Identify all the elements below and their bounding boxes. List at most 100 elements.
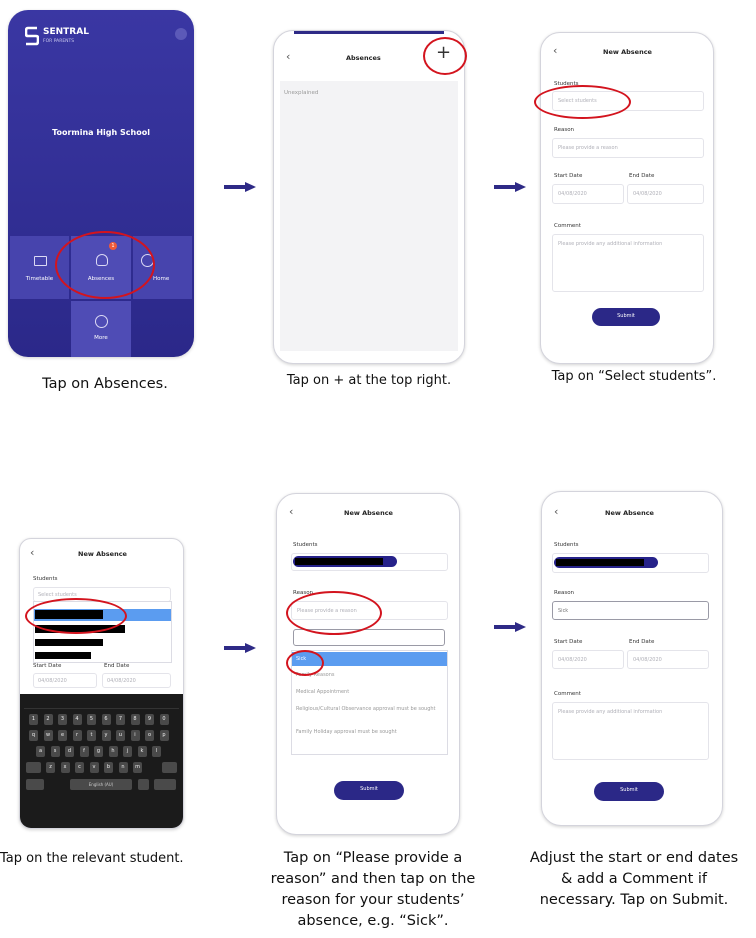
reason-label: Reason <box>293 590 314 596</box>
absences-icon <box>96 254 108 266</box>
space-key[interactable]: English (AU) <box>70 779 132 790</box>
screen-title: Absences <box>346 54 381 62</box>
start-date-field[interactable]: 04/08/2020 <box>552 184 624 204</box>
end-date-field[interactable]: 04/08/2020 <box>627 184 704 204</box>
period-key[interactable] <box>138 779 149 790</box>
add-absence-button[interactable]: + <box>436 44 451 62</box>
caption-step-6-line-1: Adjust the start or end dates <box>529 850 739 866</box>
back-icon[interactable]: ‹ <box>289 506 293 517</box>
reason-option-religious[interactable]: Religious/Cultural Observance approval m… <box>296 706 436 713</box>
key-7[interactable]: 7 <box>116 714 125 725</box>
students-search-field[interactable]: Select students <box>33 587 171 602</box>
key-9[interactable]: 9 <box>145 714 154 725</box>
start-date-label: Start Date <box>554 639 583 645</box>
submit-button[interactable]: Submit <box>594 782 664 801</box>
comment-field[interactable]: Please provide any additional informatio… <box>552 234 704 292</box>
redacted-student-name <box>295 558 383 565</box>
key-d[interactable]: d <box>65 746 74 757</box>
reason-option-sick[interactable]: Sick <box>292 652 447 666</box>
key-t[interactable]: t <box>87 730 96 741</box>
key-1[interactable]: 1 <box>29 714 38 725</box>
key-k[interactable]: k <box>137 746 147 757</box>
search-key[interactable] <box>154 779 176 790</box>
start-date-field[interactable]: 04/08/2020 <box>33 673 97 688</box>
back-icon[interactable]: ‹ <box>553 45 557 56</box>
shift-key[interactable] <box>26 762 41 773</box>
comment-field[interactable]: Please provide any additional informatio… <box>552 702 709 760</box>
key-r[interactable]: r <box>72 730 82 741</box>
list-area: Unexplained <box>280 81 458 351</box>
tile-timetable[interactable]: Timetable <box>10 236 69 299</box>
key-c[interactable]: c <box>75 762 84 773</box>
key-u[interactable]: u <box>116 730 125 741</box>
key-n[interactable]: n <box>118 762 128 773</box>
key-p[interactable]: p <box>159 730 169 741</box>
key-i[interactable]: i <box>130 730 140 741</box>
key-y[interactable]: y <box>101 730 111 741</box>
key-o[interactable]: o <box>145 730 154 741</box>
symbols-key[interactable] <box>26 779 44 790</box>
reason-option-medical[interactable]: Medical Appointment <box>296 689 349 695</box>
key-b[interactable]: b <box>104 762 113 773</box>
settings-icon[interactable] <box>175 28 187 40</box>
arrow-step-4 <box>224 643 256 653</box>
redacted-student-1[interactable] <box>35 610 103 619</box>
backspace-key[interactable] <box>162 762 177 773</box>
start-date-field[interactable]: 04/08/2020 <box>552 650 624 669</box>
back-icon[interactable]: ‹ <box>286 51 290 62</box>
submit-button[interactable]: Submit <box>592 308 660 326</box>
key-q[interactable]: q <box>29 730 38 741</box>
arrow-step-2 <box>494 182 526 192</box>
redacted-student-3[interactable] <box>35 639 103 646</box>
key-4[interactable]: 4 <box>72 714 82 725</box>
caption-step-6: Adjust the start or end dates & add a Co… <box>512 848 756 911</box>
end-date-field[interactable]: 04/08/2020 <box>627 650 709 669</box>
key-x[interactable]: x <box>60 762 70 773</box>
tile-absences[interactable]: 1 Absences <box>71 236 131 299</box>
key-5[interactable]: 5 <box>87 714 96 725</box>
students-select[interactable]: Select students <box>552 91 704 111</box>
students-placeholder: Select students <box>38 592 77 598</box>
key-z[interactable]: z <box>46 762 55 773</box>
key-w[interactable]: w <box>43 730 53 741</box>
reason-value: Sick <box>558 608 569 614</box>
redacted-student-4[interactable] <box>35 652 91 659</box>
tile-more[interactable]: More <box>71 301 131 357</box>
tile-home[interactable]: Home <box>133 236 192 299</box>
reason-option-holiday[interactable]: Family Holiday approval must be sought <box>296 729 436 736</box>
key-e[interactable]: e <box>58 730 67 741</box>
reason-select[interactable]: Please provide a reason <box>291 601 448 620</box>
reason-select[interactable]: Please provide a reason <box>552 138 704 158</box>
key-l[interactable]: l <box>152 746 161 757</box>
key-h[interactable]: h <box>108 746 118 757</box>
reason-option-family[interactable]: Family Reasons <box>296 672 335 678</box>
key-6[interactable]: 6 <box>101 714 111 725</box>
key-a[interactable]: a <box>36 746 45 757</box>
end-date-field[interactable]: 04/08/2020 <box>102 673 171 688</box>
start-date-label: Start Date <box>554 173 583 179</box>
key-8[interactable]: 8 <box>130 714 140 725</box>
reason-select[interactable]: Sick <box>552 601 709 620</box>
list-item-unexplained[interactable]: Unexplained <box>284 90 318 96</box>
redacted-student-2[interactable] <box>35 625 125 633</box>
key-j[interactable]: j <box>123 746 132 757</box>
key-g[interactable]: g <box>94 746 103 757</box>
key-s[interactable]: s <box>50 746 60 757</box>
students-label: Students <box>293 542 318 548</box>
reason-label: Reason <box>554 590 575 596</box>
caption-step-5-line-3: reason for your students’ <box>281 892 465 908</box>
screen-title: New Absence <box>605 509 654 517</box>
back-icon[interactable]: ‹ <box>30 547 34 558</box>
key-m[interactable]: m <box>133 762 142 773</box>
key-v[interactable]: v <box>89 762 99 773</box>
tile-home-label: Home <box>153 276 170 282</box>
caption-step-5-line-1: Tap on “Please provide a <box>283 850 463 866</box>
reason-search-field[interactable] <box>293 629 445 646</box>
back-icon[interactable]: ‹ <box>554 506 558 517</box>
key-f[interactable]: f <box>79 746 89 757</box>
key-3[interactable]: 3 <box>58 714 67 725</box>
key-2[interactable]: 2 <box>43 714 53 725</box>
key-0[interactable]: 0 <box>159 714 169 725</box>
start-date-label: Start Date <box>33 663 62 669</box>
submit-button[interactable]: Submit <box>334 781 404 800</box>
